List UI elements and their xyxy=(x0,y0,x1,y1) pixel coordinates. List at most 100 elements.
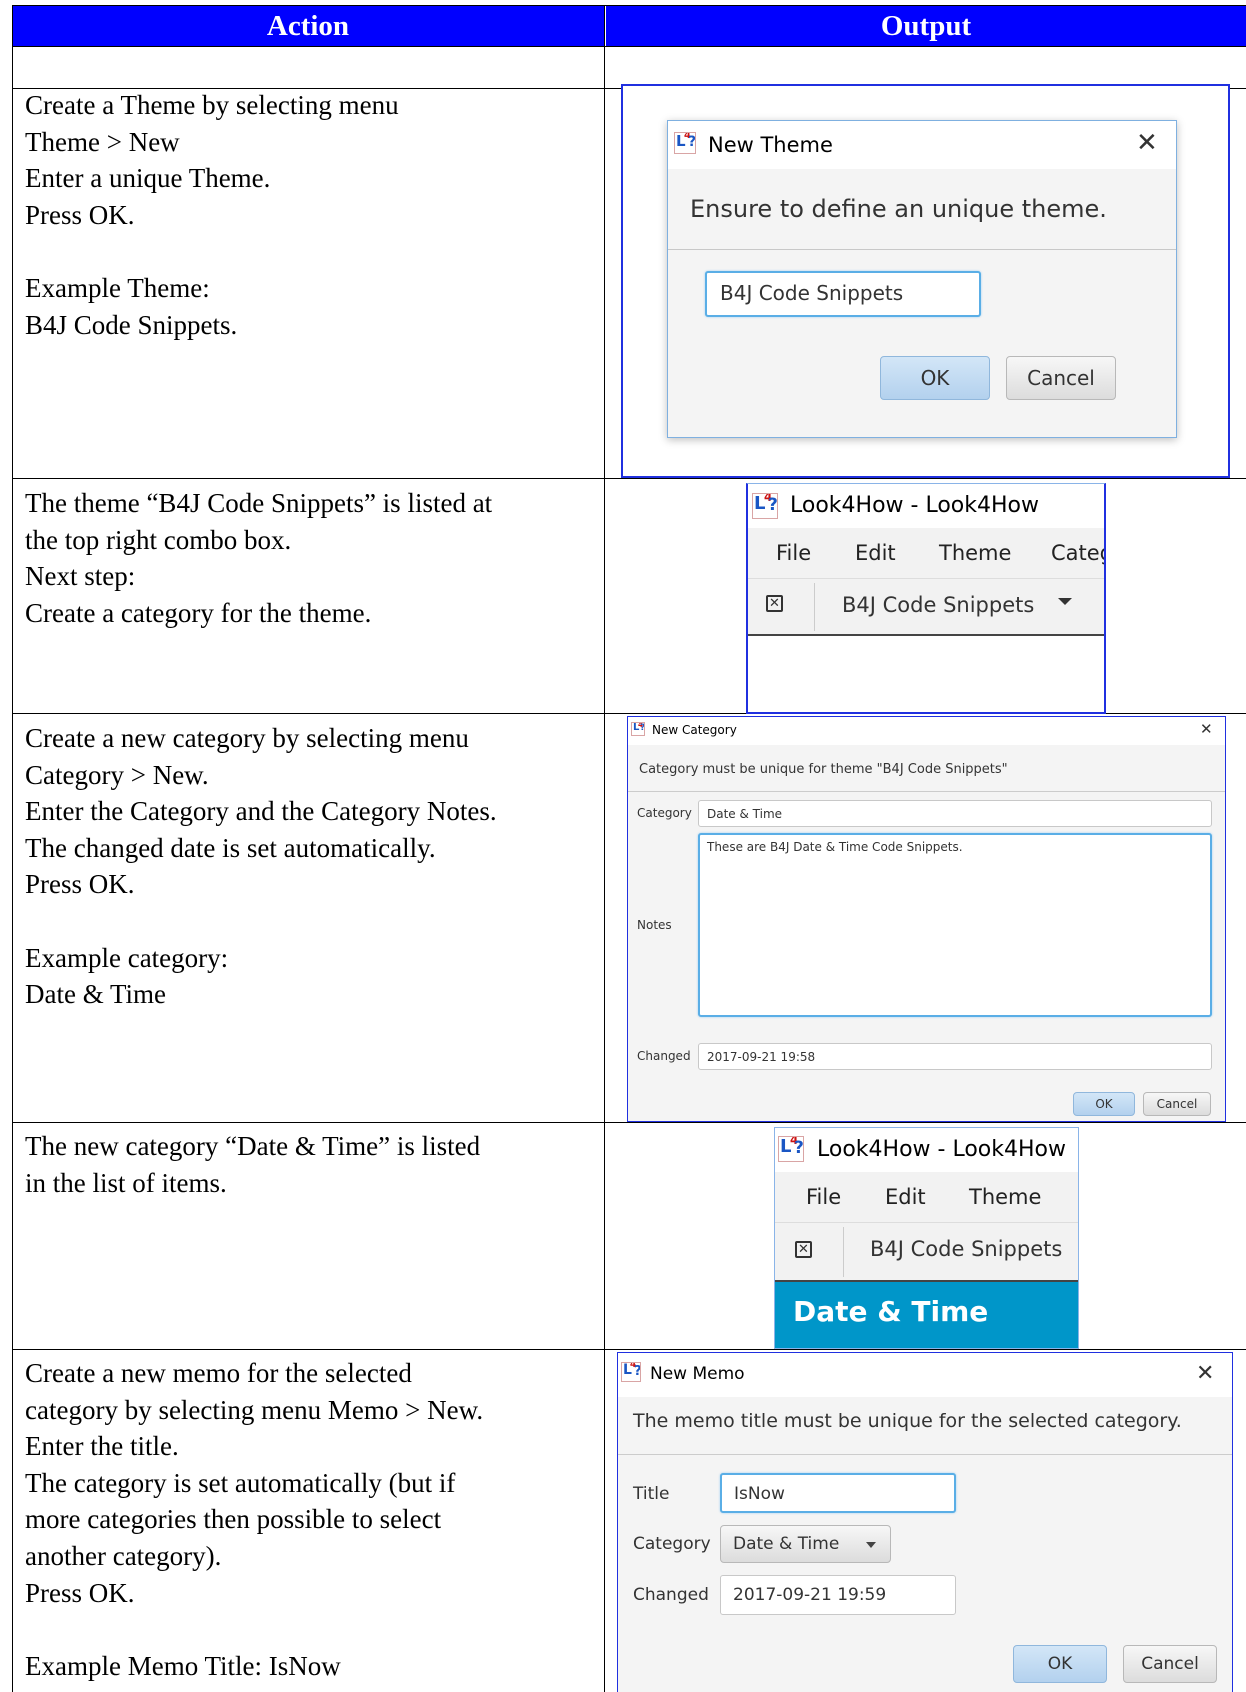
action-line: more categories then possible to select xyxy=(25,1504,442,1535)
action-line xyxy=(25,903,605,940)
changed-input: 2017-09-21 19:59 xyxy=(720,1575,956,1615)
action-line: Create a new category by selecting menu xyxy=(25,723,469,753)
cancel-button[interactable]: Cancel xyxy=(1123,1645,1217,1683)
window-titlebar: L 4? Look4How - Look4How xyxy=(748,484,1104,528)
action-cell-1: Create a Theme by selecting menu Theme >… xyxy=(25,87,605,343)
action-line: B4J Code Snippets. xyxy=(25,309,238,340)
ok-button[interactable]: OK xyxy=(1013,1645,1107,1683)
category-label: Category xyxy=(637,806,692,820)
output-screenshot-new-category: L 4? New Category ✕ Category must be uniq… xyxy=(627,716,1226,1122)
menu-edit[interactable]: Edit xyxy=(855,541,896,565)
dialog-title: New Memo xyxy=(650,1364,745,1384)
ok-button[interactable]: OK xyxy=(1073,1092,1135,1116)
action-line: Category > New. xyxy=(25,759,209,790)
menu-file[interactable]: File xyxy=(776,541,811,565)
list-item-selected[interactable]: Date & Time xyxy=(775,1282,1078,1348)
menu-bar: File Edit Theme Categ xyxy=(748,528,1104,578)
theme-combo-value: B4J Code Snippets xyxy=(842,593,1035,617)
notes-value: These are B4J Date & Time Code Snippets. xyxy=(707,840,963,854)
action-line: Next step: xyxy=(25,561,136,592)
changed-label: Changed xyxy=(637,1049,691,1063)
divider xyxy=(628,791,1225,792)
close-icon[interactable]: ✕ xyxy=(1196,1361,1214,1386)
menu-theme[interactable]: Theme xyxy=(969,1185,1041,1209)
table-border-left xyxy=(12,5,13,1692)
new-theme-dialog: L 4? New Theme ✕ Ensure to define an uniq… xyxy=(667,120,1177,438)
action-line: The category is set automatically (but i… xyxy=(25,1467,456,1498)
menu-edit[interactable]: Edit xyxy=(885,1185,926,1209)
action-line: Theme > New xyxy=(25,126,180,157)
action-line: Create a Theme by selecting menu xyxy=(25,90,399,120)
row-divider xyxy=(12,1122,1246,1123)
action-line: Date & Time xyxy=(25,979,167,1010)
action-line: Enter the title. xyxy=(25,1431,179,1462)
divider xyxy=(668,249,1176,250)
action-line xyxy=(25,1611,605,1648)
category-input[interactable]: Date & Time xyxy=(698,800,1212,827)
cancel-button[interactable]: Cancel xyxy=(1143,1092,1211,1116)
theme-combo-box[interactable]: B4J Code Snippets xyxy=(815,581,1104,633)
toolbar-separator xyxy=(843,1227,844,1277)
action-line: Enter the Category and the Category Note… xyxy=(25,796,497,827)
title-label: Title xyxy=(633,1484,670,1504)
theme-combo-value[interactable]: B4J Code Snippets xyxy=(870,1237,1062,1261)
window-title: Look4How - Look4How xyxy=(790,493,1039,518)
close-icon[interactable]: ✕ xyxy=(1136,128,1158,158)
action-line: Enter a unique Theme. xyxy=(25,163,271,194)
action-line: Example Theme: xyxy=(25,272,210,303)
window-titlebar: L 4? Look4How - Look4How xyxy=(775,1128,1078,1172)
memo-title-value: IsNow xyxy=(734,1484,785,1504)
action-line: Press OK. xyxy=(25,869,135,900)
action-line xyxy=(25,233,605,270)
action-line: category by selecting menu Memo > New. xyxy=(25,1394,484,1425)
app-logo-icon: L 4? xyxy=(631,722,645,736)
action-line: The changed date is set automatically. xyxy=(25,832,436,863)
action-cell-3: Create a new category by selecting menu … xyxy=(25,720,605,1013)
notes-textarea[interactable]: These are B4J Date & Time Code Snippets. xyxy=(698,833,1212,1017)
chevron-down-icon xyxy=(1058,598,1072,605)
header-action: Action xyxy=(12,6,604,46)
notes-label: Notes xyxy=(637,918,672,932)
theme-name-value: B4J Code Snippets xyxy=(720,281,904,305)
memo-title-input[interactable]: IsNow xyxy=(720,1473,956,1513)
category-item-label: Date & Time xyxy=(793,1295,989,1328)
action-line: The new category “Date & Time” is listed xyxy=(25,1131,481,1161)
changed-input: 2017-09-21 19:58 xyxy=(698,1043,1212,1070)
action-cell-5: Create a new memo for the selected categ… xyxy=(25,1355,605,1684)
output-screenshot-new-memo: L 4? New Memo ✕ The memo title must be un… xyxy=(617,1352,1233,1692)
action-line: another category). xyxy=(25,1540,222,1571)
toolbar: ✕ B4J Code Snippets xyxy=(748,578,1104,636)
dialog-titlebar: L 4? New Category ✕ xyxy=(628,717,1225,745)
app-logo-icon: L 4? xyxy=(752,493,778,519)
dialog-title: New Theme xyxy=(708,133,833,157)
menu-theme[interactable]: Theme xyxy=(939,541,1011,565)
close-icon[interactable]: ✕ xyxy=(1200,720,1213,738)
menu-category[interactable]: Categ xyxy=(1051,541,1104,565)
app-logo-icon: L 4? xyxy=(778,1136,804,1162)
category-value: Date & Time xyxy=(707,807,783,821)
category-label: Category xyxy=(633,1534,711,1554)
theme-name-input[interactable]: B4J Code Snippets xyxy=(705,271,981,317)
changed-value: 2017-09-21 19:58 xyxy=(707,1050,816,1064)
ok-button[interactable]: OK xyxy=(880,356,990,400)
row-divider xyxy=(12,1349,1246,1350)
dialog-title: New Category xyxy=(652,723,737,737)
app-logo-icon: L 4? xyxy=(674,132,696,154)
close-theme-icon[interactable]: ✕ xyxy=(766,595,783,612)
action-line: Example Memo Title: IsNow xyxy=(25,1650,341,1681)
output-screenshot-new-theme: L 4? New Theme ✕ Ensure to define an uniq… xyxy=(621,84,1230,478)
cancel-button[interactable]: Cancel xyxy=(1006,356,1116,400)
window-title: Look4How - Look4How xyxy=(817,1137,1066,1162)
app-logo-icon: L 4? xyxy=(621,1362,641,1382)
dialog-message: The memo title must be unique for the se… xyxy=(633,1410,1182,1432)
category-combo-box[interactable]: Date & Time xyxy=(720,1525,891,1563)
output-screenshot-app-window: L 4? Look4How - Look4How File Edit Theme … xyxy=(746,483,1106,714)
menu-file[interactable]: File xyxy=(806,1185,841,1209)
action-line: Example category: xyxy=(25,942,229,973)
category-combo-value: Date & Time xyxy=(733,1534,840,1554)
action-line: Press OK. xyxy=(25,1577,135,1608)
menu-bar: File Edit Theme xyxy=(775,1172,1078,1222)
action-line: The theme “B4J Code Snippets” is listed … xyxy=(25,488,493,518)
header-output: Output xyxy=(606,6,1246,46)
close-theme-icon[interactable]: ✕ xyxy=(795,1241,812,1258)
